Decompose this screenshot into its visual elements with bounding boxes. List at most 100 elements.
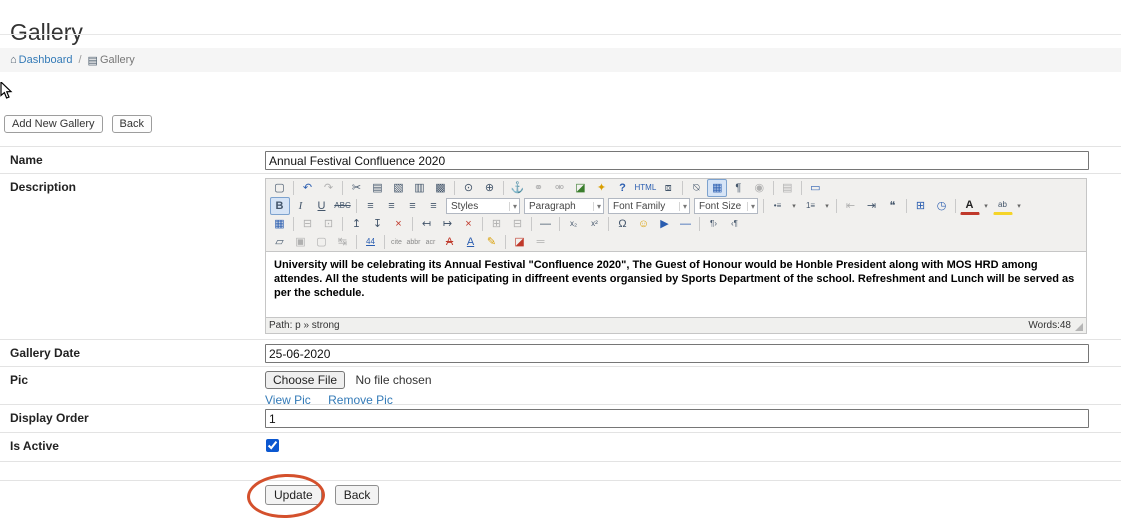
styles-select-arrow-icon[interactable]: ▾ (509, 202, 517, 211)
subscript-icon[interactable]: x₂ (564, 215, 584, 233)
copy-icon[interactable]: ▤ (368, 179, 388, 197)
toolbar-separator (608, 217, 609, 231)
outdent-icon[interactable]: ⇤ (841, 197, 861, 215)
italic-icon[interactable]: I (291, 197, 311, 215)
name-input[interactable] (265, 151, 1089, 170)
align-justify-icon[interactable]: ≡ (424, 197, 444, 215)
font-family-select[interactable]: Font Family▾ (608, 198, 690, 214)
fullscreen-icon[interactable]: ▭ (805, 179, 825, 197)
font-family-select-arrow-icon[interactable]: ▾ (679, 202, 687, 211)
undo-icon[interactable]: ↶ (298, 179, 318, 197)
styles-select[interactable]: Styles▾ (446, 198, 520, 214)
numbered-list-arrow-icon[interactable]: ▾ (822, 197, 833, 215)
bold-icon[interactable]: B (270, 197, 290, 215)
horizontal-rule-icon[interactable]: — (536, 215, 556, 233)
bullet-list-arrow-icon[interactable]: ▾ (789, 197, 800, 215)
redo-icon[interactable]: ↷ (319, 179, 339, 197)
remove-format-icon[interactable]: ⍉ (686, 179, 706, 197)
strikethrough-icon[interactable]: ABC (333, 197, 353, 215)
image-map-icon[interactable]: ◪ (510, 233, 530, 251)
mouse-cursor-icon (0, 82, 14, 100)
paste-word-icon[interactable]: ▩ (431, 179, 451, 197)
highlight-color-icon[interactable]: ab (993, 198, 1013, 215)
preview-icon[interactable]: ⧈ (658, 179, 678, 197)
delete-col-icon[interactable]: × (459, 215, 479, 233)
update-button[interactable]: Update (265, 485, 322, 505)
cleanup-icon[interactable]: ✦ (592, 179, 612, 197)
html-source-icon[interactable]: HTML (634, 179, 658, 197)
insert-row-after-icon[interactable]: ↧ (368, 215, 388, 233)
superscript-icon[interactable]: x² (585, 215, 605, 233)
media-icon[interactable]: ▶ (655, 215, 675, 233)
align-center-icon[interactable]: ≡ (382, 197, 402, 215)
new-document-icon[interactable]: ▢ (270, 179, 290, 197)
paragraph-select-arrow-icon[interactable]: ▾ (593, 202, 601, 211)
move-forward-icon[interactable]: ▣ (291, 233, 311, 251)
insert-table-icon[interactable]: ▦ (270, 215, 290, 233)
rtl-icon[interactable]: ‹¶ (725, 215, 745, 233)
display-order-input[interactable] (265, 409, 1089, 428)
visual-chars-icon[interactable]: ¶ (728, 179, 748, 197)
underline-icon[interactable]: U (312, 197, 332, 215)
table-row-props-icon[interactable]: ⊟ (298, 215, 318, 233)
bullet-list-icon[interactable]: •≡ (768, 197, 788, 215)
align-left-icon[interactable]: ≡ (361, 197, 381, 215)
link-icon[interactable]: ⚭ (529, 179, 549, 197)
insert-time-icon[interactable]: ◷ (932, 197, 952, 215)
move-backward-icon[interactable]: ▢ (312, 233, 332, 251)
print-icon[interactable]: ▤ (777, 179, 797, 197)
font-size-select-arrow-icon[interactable]: ▾ (747, 202, 755, 211)
highlight-color-arrow-icon[interactable]: ▾ (1014, 197, 1025, 215)
citation-icon[interactable]: cite (389, 233, 405, 251)
find-replace-icon[interactable]: ⊕ (480, 179, 500, 197)
text-color-arrow-icon[interactable]: ▾ (981, 197, 992, 215)
choose-file-button[interactable]: Choose File (265, 371, 345, 389)
insertion-icon[interactable]: A (461, 233, 481, 251)
merge-cells-icon[interactable]: ⊟ (508, 215, 528, 233)
back-button-top[interactable]: Back (112, 115, 152, 133)
zoom-preview-icon[interactable]: ◉ (749, 179, 769, 197)
anchor-icon[interactable]: ⚓ (508, 179, 528, 197)
page-break-icon[interactable]: ═ (531, 233, 551, 251)
help-icon[interactable]: ? (613, 179, 633, 197)
split-cells-icon[interactable]: ⊞ (487, 215, 507, 233)
emoticons-icon[interactable]: ☺ (634, 215, 654, 233)
attributes-icon[interactable]: ✎ (482, 233, 502, 251)
acronym-icon[interactable]: acr (423, 233, 439, 251)
insert-image-icon[interactable]: ◪ (571, 179, 591, 197)
indent-icon[interactable]: ⇥ (862, 197, 882, 215)
insert-row-before-icon[interactable]: ↥ (347, 215, 367, 233)
table-cell-props-icon[interactable]: ⊡ (319, 215, 339, 233)
paragraph-select[interactable]: Paragraph▾ (524, 198, 604, 214)
editor-resize-handle[interactable] (1075, 323, 1083, 331)
back-button-bottom[interactable]: Back (335, 485, 380, 505)
text-color-icon[interactable]: A (960, 198, 980, 215)
editor-content-area[interactable]: University will be celebrating its Annua… (266, 251, 1086, 317)
find-icon[interactable]: ⊙ (459, 179, 479, 197)
visual-aid-icon[interactable]: ▦ (707, 179, 727, 197)
deletion-icon[interactable]: A (440, 233, 460, 251)
font-size-select[interactable]: Font Size▾ (694, 198, 758, 214)
abbreviation-icon[interactable]: abbr (406, 233, 422, 251)
absolute-position-icon[interactable]: ↹ (333, 233, 353, 251)
insert-col-after-icon[interactable]: ↦ (438, 215, 458, 233)
insert-date-icon[interactable]: ⊞ (911, 197, 931, 215)
add-new-gallery-button[interactable]: Add New Gallery (4, 115, 103, 133)
special-char-icon[interactable]: Ω (613, 215, 633, 233)
is-active-checkbox[interactable] (266, 439, 279, 452)
delete-row-icon[interactable]: × (389, 215, 409, 233)
style-props-icon[interactable]: 44 (361, 233, 381, 251)
breadcrumb-dashboard-link[interactable]: ⌂ Dashboard (10, 54, 72, 66)
advanced-hr-icon[interactable]: ― (676, 215, 696, 233)
gallery-date-input[interactable] (265, 344, 1089, 363)
blockquote-icon[interactable]: ❝ (883, 197, 903, 215)
ltr-icon[interactable]: ¶› (704, 215, 724, 233)
numbered-list-icon[interactable]: 1≡ (801, 197, 821, 215)
paste-text-icon[interactable]: ▥ (410, 179, 430, 197)
align-right-icon[interactable]: ≡ (403, 197, 423, 215)
paste-icon[interactable]: ▧ (389, 179, 409, 197)
insert-col-before-icon[interactable]: ↤ (417, 215, 437, 233)
cut-icon[interactable]: ✂ (347, 179, 367, 197)
insert-layer-icon[interactable]: ▱ (270, 233, 290, 251)
unlink-icon[interactable]: ⚮ (550, 179, 570, 197)
